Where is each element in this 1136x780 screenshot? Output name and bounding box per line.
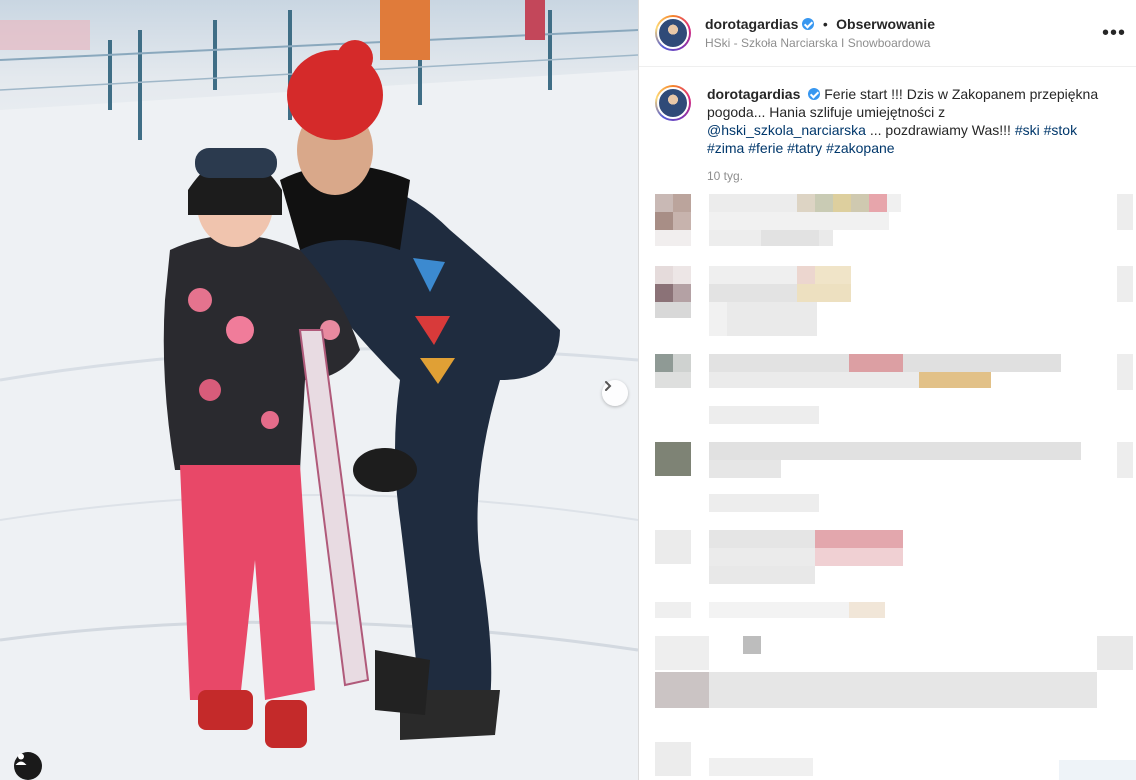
post-photo[interactable] [0,0,638,780]
post-side-panel: dorotagardias • Obserwowanie HSki - Szko… [638,0,1136,780]
pixelated-comments [655,194,1136,780]
next-photo-button[interactable] [602,380,628,406]
photo-illustration [0,0,638,780]
user-tag-icon [15,753,27,765]
chevron-right-icon [605,381,612,391]
tagged-users-button[interactable] [14,752,42,780]
